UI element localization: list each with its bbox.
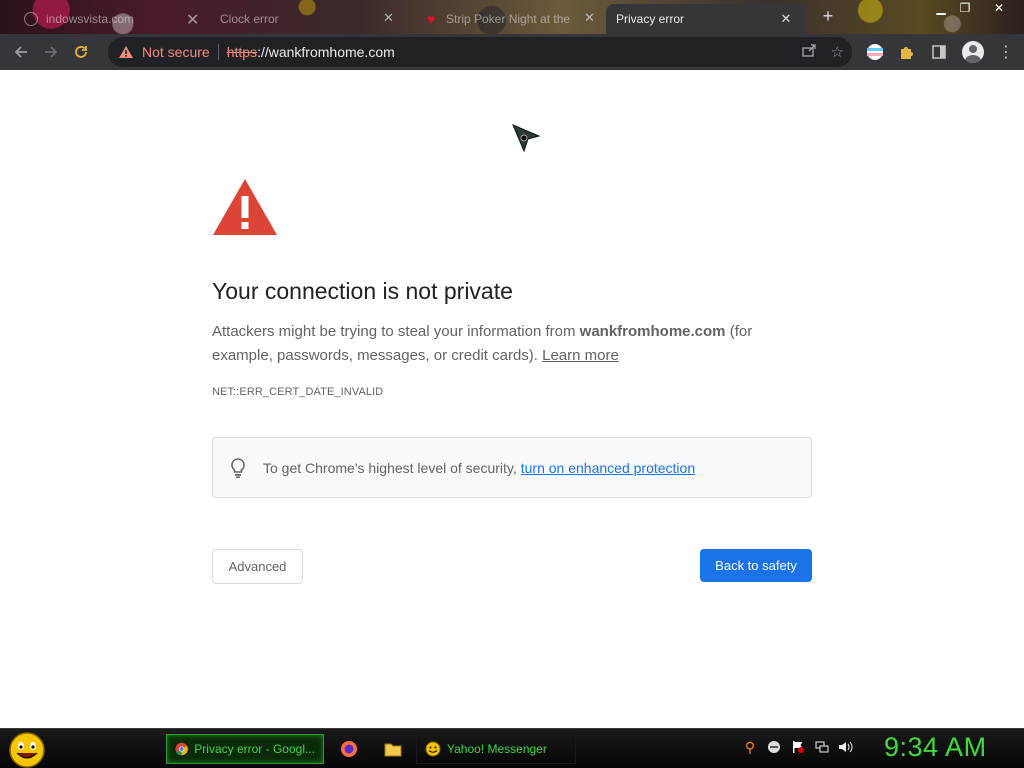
- toolbar-right: ⋮: [866, 34, 1014, 70]
- taskbar-clock[interactable]: 9:34 AM: [884, 732, 987, 763]
- new-tab-icon[interactable]: +: [818, 6, 838, 27]
- taskbar-chrome-task[interactable]: Privacy error - Googl...: [166, 734, 324, 764]
- back-arrow-icon[interactable]: [6, 37, 36, 67]
- task-label: Yahoo! Messenger: [447, 742, 547, 756]
- chrome-icon: [175, 742, 188, 756]
- tab-close-icon[interactable]: ✕: [778, 11, 794, 27]
- profile-avatar-icon[interactable]: [962, 41, 984, 63]
- warning-icon: [119, 46, 133, 58]
- search-magnifier-icon[interactable]: ⚲: [742, 739, 758, 755]
- firefox-icon[interactable]: [338, 738, 360, 760]
- enhanced-protection-box: To get Chrome's highest level of securit…: [212, 437, 812, 498]
- heart-icon: ♥: [426, 11, 436, 27]
- advanced-button[interactable]: Advanced: [212, 549, 303, 584]
- extension-flag-icon[interactable]: [866, 43, 884, 61]
- mouse-cursor-icon: [512, 124, 540, 152]
- tab-strip-poker[interactable]: ♥ Strip Poker Night at the: [414, 4, 604, 34]
- globe-icon: [24, 12, 38, 26]
- start-smiley-icon[interactable]: [8, 731, 46, 768]
- extensions-puzzle-icon[interactable]: [898, 43, 916, 61]
- tray-status-icon[interactable]: [766, 739, 782, 755]
- reload-icon[interactable]: [66, 37, 96, 67]
- browser-toolbar: Not secure https://wankfromhome.com ☆ ⋮: [0, 34, 1024, 70]
- close-window-icon[interactable]: ✕: [988, 0, 1010, 18]
- tab-privacy-error[interactable]: Privacy error ✕: [606, 4, 804, 34]
- explanation-prefix: Attackers might be trying to steal your …: [212, 323, 580, 340]
- minimize-icon[interactable]: ▁: [930, 0, 952, 18]
- explanation-host: wankfromhome.com: [579, 323, 726, 340]
- tab-close-icon[interactable]: ✕: [383, 10, 394, 26]
- taskbar: Privacy error - Googl... Yahoo! Messenge…: [0, 728, 1024, 768]
- tab-strip: indowsvista.com ✕ Clock error ✕ ♥ Strip …: [0, 0, 1024, 34]
- share-icon[interactable]: [801, 42, 817, 62]
- maximize-icon[interactable]: ❐: [954, 0, 976, 18]
- taskbar-yahoo-messenger-task[interactable]: Yahoo! Messenger: [416, 734, 576, 764]
- enhanced-protection-link[interactable]: turn on enhanced protection: [521, 460, 695, 476]
- url-host: ://wankfromhome.com: [257, 44, 395, 60]
- tab-title: indowsvista.com: [46, 12, 135, 26]
- lightbulb-icon: [231, 457, 245, 478]
- page-content: Your connection is not private Attackers…: [0, 70, 1024, 728]
- system-tray: ⚲: [742, 739, 854, 755]
- folder-icon[interactable]: [382, 738, 404, 760]
- back-to-safety-button[interactable]: Back to safety: [700, 549, 812, 582]
- bookmark-star-icon[interactable]: ☆: [831, 43, 844, 61]
- network-icon[interactable]: [814, 739, 830, 755]
- explanation-paragraph: Attackers might be trying to steal your …: [212, 320, 802, 368]
- tab-close-icon[interactable]: ✕: [186, 10, 199, 30]
- error-code[interactable]: NET::ERR_CERT_DATE_INVALID: [212, 386, 383, 398]
- warning-triangle-icon: [213, 179, 277, 235]
- side-panel-icon[interactable]: [930, 43, 948, 61]
- forward-arrow-icon[interactable]: [36, 37, 66, 67]
- tab-close-icon[interactable]: ✕: [584, 10, 595, 26]
- url-scheme: https: [226, 44, 258, 60]
- tab-title: Strip Poker Night at the: [446, 12, 571, 26]
- omnibox-actions: ☆: [801, 37, 844, 67]
- tab-title: Privacy error: [616, 12, 685, 26]
- page-heading: Your connection is not private: [212, 278, 513, 304]
- menu-kebab-icon[interactable]: ⋮: [998, 42, 1014, 62]
- tab-clock-error[interactable]: Clock error: [210, 4, 400, 34]
- yahoo-messenger-smiley-icon: [425, 741, 441, 757]
- omnibox-divider: [217, 44, 219, 60]
- learn-more-link[interactable]: Learn more: [542, 347, 619, 364]
- volume-icon[interactable]: [838, 739, 854, 755]
- not-secure-label[interactable]: Not secure: [142, 44, 210, 60]
- action-center-flag-icon[interactable]: [790, 739, 806, 755]
- tab-title: Clock error: [220, 12, 279, 26]
- enhanced-protection-text: To get Chrome's highest level of securit…: [263, 459, 517, 476]
- address-bar[interactable]: Not secure https://wankfromhome.com ☆: [108, 37, 852, 67]
- tab-windowsvista[interactable]: indowsvista.com: [14, 4, 204, 34]
- task-label: Privacy error - Googl...: [194, 742, 315, 756]
